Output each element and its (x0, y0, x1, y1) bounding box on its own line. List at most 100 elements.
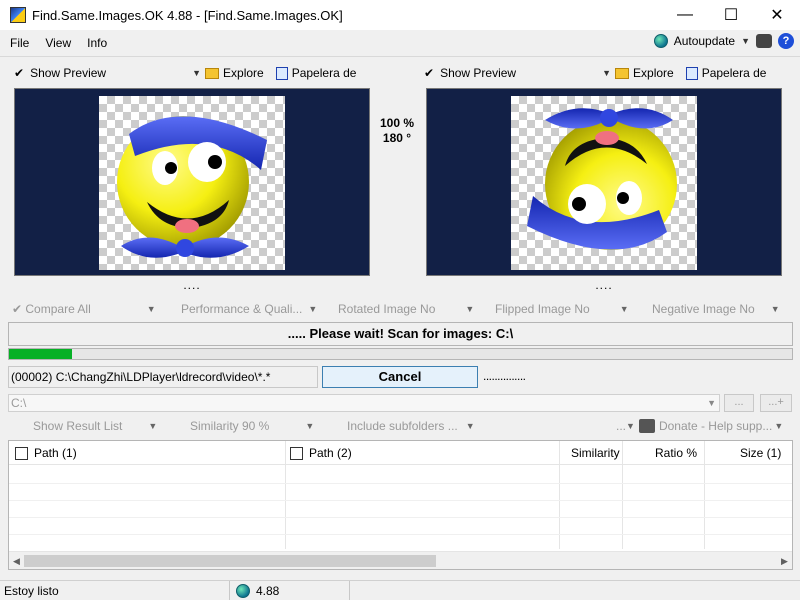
show-result-list-dropdown[interactable]: Show Result List ▼ (33, 418, 157, 434)
menu-file[interactable]: File (4, 36, 35, 50)
smiley-with-hat-image (117, 116, 267, 258)
autoupdate-button[interactable]: Autoupdate (674, 34, 735, 48)
zoom-value: 100 % (379, 116, 415, 130)
column-header-ratio[interactable]: Ratio % (655, 441, 697, 465)
scan-progress-fill (9, 349, 72, 359)
include-subfolders-dropdown[interactable]: Include subfolders ... ▼ (347, 418, 475, 434)
show-result-list-label: Show Result List (33, 419, 123, 433)
left-preview-panel[interactable] (14, 88, 370, 276)
maximize-button[interactable]: ☐ (708, 0, 754, 30)
path-combobox-value: C:\ (11, 396, 27, 410)
scrollbar-thumb[interactable] (24, 555, 436, 567)
column-divider (285, 441, 286, 549)
checkmark-icon[interactable]: ✔ (424, 66, 434, 80)
scan-trailing-dots: ............... (483, 369, 526, 383)
compare-all-dropdown[interactable]: ✔ Compare All ▼ (12, 300, 156, 318)
trash-icon (685, 66, 698, 80)
column-header-path2[interactable]: Path (2) (290, 441, 352, 465)
cancel-button[interactable]: Cancel (322, 366, 478, 388)
compare-all-label: Compare All (25, 302, 91, 316)
globe-icon (236, 583, 250, 598)
checkbox[interactable] (15, 446, 28, 460)
help-icon[interactable]: ? (778, 33, 794, 49)
negative-dropdown[interactable]: Negative Image No ▼ (652, 300, 780, 318)
close-button[interactable]: ✕ (754, 0, 800, 30)
window-title: Find.Same.Images.OK 4.88 - [Find.Same.Im… (32, 7, 343, 23)
chevron-down-icon: ▼ (626, 421, 635, 431)
chevron-down-icon: ▼ (146, 304, 156, 314)
right-pane-toolbar: ✔ Show Preview ▼ Explore Papelera de (424, 62, 766, 84)
folder-icon (615, 67, 630, 79)
chevron-down-icon: ▼ (305, 421, 315, 431)
chevron-down-icon: ▼ (619, 304, 629, 314)
current-scan-path: (00002) C:\ChangZhi\LDPlayer\ldrecord\vi… (8, 366, 318, 388)
column-header-path1[interactable]: Path (1) (15, 441, 77, 465)
row-divider (9, 500, 792, 501)
left-papelera-button[interactable]: Papelera de (292, 66, 357, 80)
right-preview-panel[interactable] (426, 88, 782, 276)
more-label: ... (616, 419, 627, 433)
rotation-value: 180 ° (382, 131, 412, 145)
column-label: Path (1) (34, 446, 77, 460)
gear-icon[interactable] (756, 34, 772, 48)
smiley-with-hat-rotated-image (527, 108, 677, 250)
column-header-similarity[interactable]: Similarity (571, 441, 620, 465)
chevron-down-icon: ▼ (774, 421, 784, 431)
menu-right-tools: Autoupdate ▼ ? (653, 33, 794, 49)
negative-label: Negative Image No (652, 302, 755, 316)
performance-dropdown[interactable]: Performance & Quali... ▼ (181, 300, 317, 318)
browse-button[interactable]: ... (724, 394, 754, 412)
left-explore-button[interactable]: Explore (223, 66, 264, 80)
row-divider (9, 534, 792, 535)
checkbox[interactable] (290, 446, 303, 460)
flipped-dropdown[interactable]: Flipped Image No ▼ (495, 300, 629, 318)
similarity-label: Similarity 90 % (190, 419, 270, 433)
left-show-preview[interactable]: Show Preview (30, 66, 106, 80)
divider (0, 56, 800, 57)
horizontal-scrollbar[interactable]: ◀ ▶ (9, 551, 792, 569)
menu-view[interactable]: View (39, 36, 77, 50)
scroll-left-icon[interactable]: ◀ (9, 552, 24, 570)
rotated-label: Rotated Image No (338, 302, 436, 316)
app-icon (10, 7, 26, 23)
column-header-size1[interactable]: Size (1) (740, 441, 781, 465)
status-version: 4.88 (256, 583, 280, 598)
minimize-button[interactable]: — (662, 0, 708, 30)
similarity-dropdown[interactable]: Similarity 90 % ▼ (190, 418, 314, 434)
title-bar: Find.Same.Images.OK 4.88 - [Find.Same.Im… (0, 0, 800, 30)
chevron-down-icon[interactable]: ▼ (741, 36, 750, 46)
right-preview-dots: .... (595, 278, 613, 292)
column-divider (559, 441, 560, 549)
column-divider (704, 441, 705, 549)
checkmark-icon[interactable]: ✔ (14, 66, 24, 80)
include-subfolders-label: Include subfolders ... (347, 419, 458, 433)
status-version-cell: 4.88 (230, 581, 350, 600)
path-combobox[interactable]: C:\ ▼ (8, 394, 720, 412)
scroll-right-icon[interactable]: ▶ (777, 552, 792, 570)
chevron-down-icon[interactable]: ▼ (192, 68, 201, 78)
performance-label: Performance & Quali... (181, 302, 303, 316)
status-bar: Estoy listo 4.88 (0, 580, 800, 600)
column-label: Path (2) (309, 446, 352, 460)
preview-transform-info: 100 % 180 ° (372, 116, 422, 146)
menu-bar: File View Info Autoupdate ▼ ? (0, 30, 800, 56)
donate-dropdown[interactable]: ... ▼ Donate - Help supp... ▼ (616, 418, 783, 434)
right-show-preview[interactable]: Show Preview (440, 66, 516, 80)
results-grid[interactable]: Path (1) Path (2) Similarity Ratio % Siz… (8, 440, 793, 570)
status-ready: Estoy listo (0, 581, 230, 600)
left-pane-toolbar: ✔ Show Preview ▼ Explore Papelera de (14, 62, 356, 84)
right-explore-button[interactable]: Explore (633, 66, 674, 80)
left-preview-dots: .... (183, 278, 201, 292)
chevron-down-icon[interactable]: ▼ (707, 395, 716, 411)
scan-status-banner: ..... Please wait! Scan for images: C:\ (8, 322, 793, 346)
menu-info[interactable]: Info (81, 36, 113, 50)
row-divider (9, 517, 792, 518)
chevron-down-icon[interactable]: ▼ (602, 68, 611, 78)
rotated-dropdown[interactable]: Rotated Image No ▼ (338, 300, 474, 318)
right-papelera-button[interactable]: Papelera de (702, 66, 767, 80)
browse-add-button[interactable]: ...+ (760, 394, 792, 412)
donate-label: Donate - Help supp... (658, 419, 773, 433)
folder-icon (205, 67, 220, 79)
chevron-down-icon: ▼ (148, 421, 158, 431)
trash-icon (275, 66, 288, 80)
